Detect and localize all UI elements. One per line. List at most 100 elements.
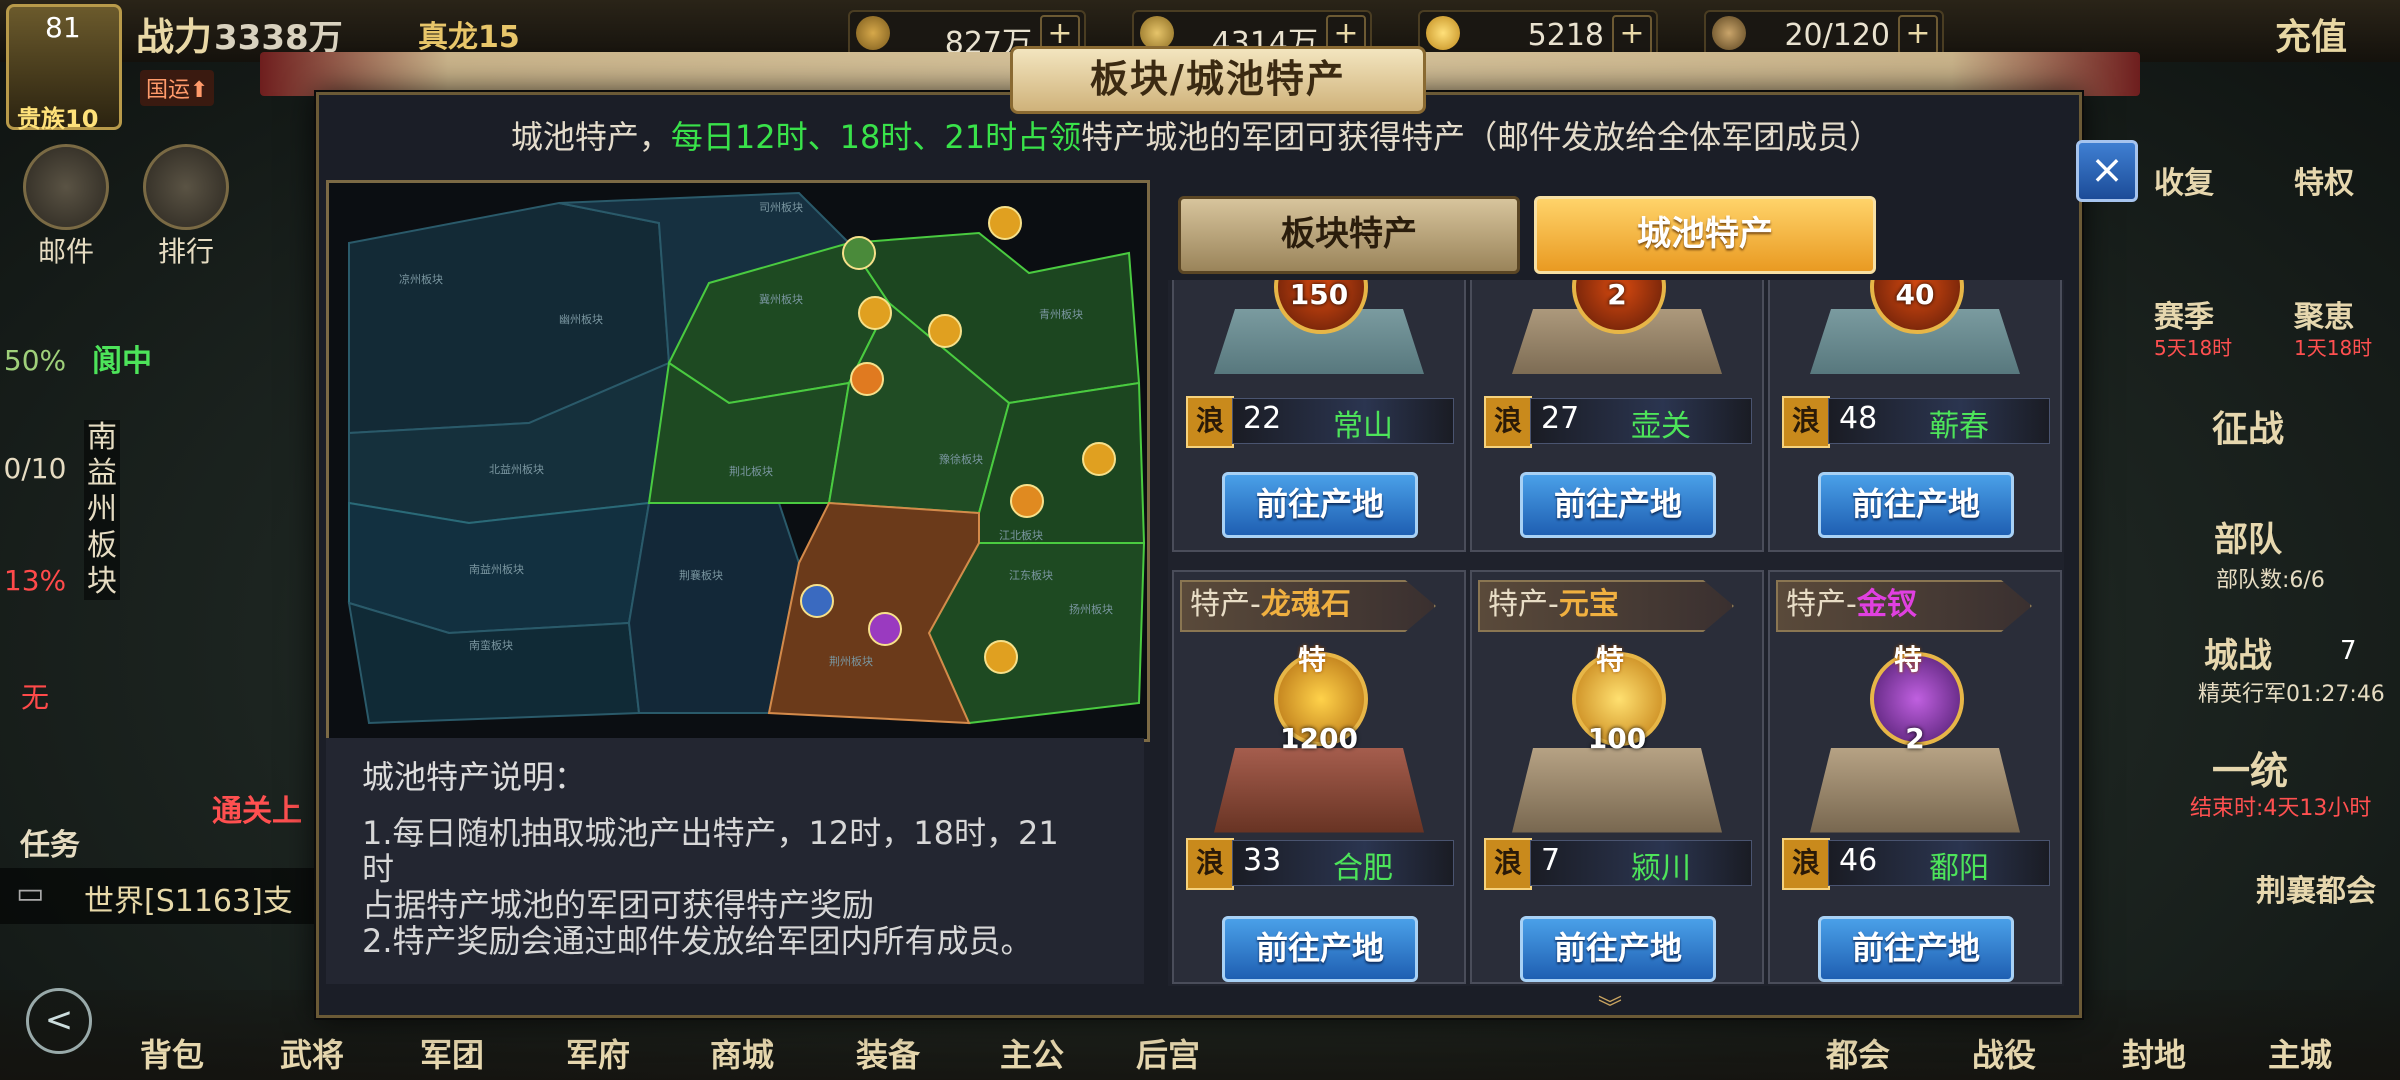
equipment-button[interactable]: 装备 <box>856 1030 920 1076</box>
gold-marker-icon[interactable] <box>858 296 892 330</box>
fire-marker-icon[interactable] <box>850 362 884 396</box>
current-city: 阆中 <box>92 344 152 379</box>
specialty-header: 特产-元宝 <box>1478 580 1734 632</box>
lang-tag: 浪 <box>1484 838 1532 890</box>
chat-bar[interactable]: ▭ 世界[S1163]支 <box>0 868 320 924</box>
scroll-down-chevron-icon[interactable]: ︾ <box>1580 988 1640 1022</box>
go-to-origin-button[interactable]: 前往产地 <box>1520 472 1716 538</box>
military-office-button[interactable]: 军府 <box>566 1030 630 1076</box>
grain-icon <box>856 16 890 50</box>
guoyun-badge[interactable]: 国运⬆ <box>140 70 215 106</box>
go-to-origin-button[interactable]: 前往产地 <box>1222 916 1418 982</box>
mail-button[interactable]: 邮件 <box>18 144 114 270</box>
specialty-amount: 40 <box>1895 280 1935 311</box>
specialty-description: 城池特产说明： 1.每日随机抽取城池产出特产，12时，18时，21 时 占据特产… <box>326 738 1144 984</box>
battle-button[interactable]: 战役 <box>1972 1030 2036 1076</box>
unify-timer: 结束时:4天13小时 <box>2190 796 2372 821</box>
bag-button[interactable]: 背包 <box>140 1030 204 1076</box>
quest-button[interactable]: 任务 <box>20 820 80 864</box>
current-region[interactable]: 南益州板块 <box>84 420 120 600</box>
close-button[interactable]: × <box>2076 140 2138 202</box>
purple-marker-icon[interactable] <box>868 612 902 646</box>
go-to-origin-button[interactable]: 前往产地 <box>1222 472 1418 538</box>
fief-button[interactable]: 封地 <box>2122 1030 2186 1076</box>
season-button[interactable]: 赛季 <box>2154 292 2214 336</box>
elite-march-timer: 精英行军01:27:46 <box>2198 682 2385 707</box>
lang-tag: 浪 <box>1782 396 1830 448</box>
city-level: 48 <box>1839 401 1878 436</box>
special-tag: 特 <box>1596 643 1625 676</box>
map-svg: 凉州板块 司州板块 幽州板块 北益州板块 冀州板块 青州板块 豫徐板块 荆北板块… <box>329 183 1147 739</box>
city-level: 33 <box>1243 843 1282 878</box>
resource-value: 5218 <box>1527 18 1604 53</box>
privilege-button[interactable]: 特权 <box>2294 158 2354 202</box>
map-label: 荆襄板块 <box>679 568 723 582</box>
campaign-button[interactable]: 征战 <box>2212 400 2284 452</box>
modal-title: 板块/城池特产 <box>1010 46 1426 114</box>
recharge-button[interactable]: 充值 <box>2236 8 2386 58</box>
map-label: 青州板块 <box>1039 307 1083 321</box>
go-to-origin-button[interactable]: 前往产地 <box>1520 916 1716 982</box>
unify-button[interactable]: 一统 <box>2212 740 2288 795</box>
lang-tag: 浪 <box>1186 838 1234 890</box>
specialty-amount: 2 <box>1607 280 1627 311</box>
main-city-button[interactable]: 主城 <box>2268 1030 2332 1076</box>
city-name: 颍川 <box>1631 851 1691 886</box>
city-card: 特产-金钗 特 2 浪 46 鄱阳 前往产地 <box>1768 570 2062 984</box>
specialty-header: 特产-龙魂石 <box>1180 580 1436 632</box>
city-info-strip: 33 合肥 <box>1232 840 1454 886</box>
juhui-button[interactable]: 聚恵 <box>2294 292 2354 336</box>
harem-button[interactable]: 后宫 <box>1136 1030 1200 1076</box>
quest-text[interactable]: 通关上 <box>212 786 302 830</box>
jingxiang-capital-button[interactable]: 荆襄都会 <box>2256 866 2376 910</box>
city-info-strip: 46 鄱阳 <box>1828 840 2050 886</box>
shop-button[interactable]: 商城 <box>710 1030 774 1076</box>
city-card: 特产-元宝 特 100 浪 7 颍川 前往产地 <box>1470 570 1764 984</box>
gold-marker-icon[interactable] <box>928 314 962 348</box>
left-stat-percent: 13% <box>3 564 67 597</box>
map-label: 江北板块 <box>999 528 1043 542</box>
gold-marker-icon[interactable] <box>1082 442 1116 476</box>
map-label: 荆北板块 <box>729 464 773 478</box>
gold-marker-icon[interactable] <box>988 206 1022 240</box>
add-stamina-button[interactable]: + <box>1898 15 1938 55</box>
blue-marker-icon[interactable] <box>800 584 834 618</box>
city-name: 壶关 <box>1631 409 1691 444</box>
gold-ingot-icon <box>1426 16 1460 50</box>
specialty-notice: 城池特产，每日12时、18时、21时占领特产城池的军团可获得特产（邮件发放给全体… <box>510 118 1882 156</box>
jade-marker-icon[interactable] <box>842 236 876 270</box>
realm-badge[interactable]: 真龙15 <box>418 12 520 56</box>
legion-button[interactable]: 军团 <box>420 1030 484 1076</box>
juhui-timer: 1天18时 <box>2294 336 2373 360</box>
add-gold-button[interactable]: + <box>1612 15 1652 55</box>
troops-button[interactable]: 部队 <box>2214 512 2282 561</box>
generals-button[interactable]: 武将 <box>280 1030 344 1076</box>
copper-coin-icon <box>1140 16 1174 50</box>
go-to-origin-button[interactable]: 前往产地 <box>1818 472 2014 538</box>
specialty-header: 特产-金钗 <box>1776 580 2032 632</box>
city-war-button[interactable]: 城战 <box>2204 628 2272 677</box>
player-avatar[interactable]: 81 贵族10 <box>6 4 122 133</box>
ranking-button[interactable]: 排行 <box>138 144 234 270</box>
gold-marker-icon[interactable] <box>984 640 1018 674</box>
city-war-count: 7 <box>2340 636 2357 666</box>
lang-tag: 浪 <box>1782 838 1830 890</box>
resource-value: 20/120 <box>1784 18 1890 53</box>
tab-city-specialty[interactable]: 城池特产 <box>1534 196 1876 274</box>
city-card: 150 浪 22 常山 前往产地 <box>1172 280 1466 552</box>
city-card: 40 浪 48 蕲春 前往产地 <box>1768 280 2062 552</box>
tab-block-specialty[interactable]: 板块特产 <box>1178 196 1520 274</box>
region-jingxiang[interactable] <box>627 502 801 714</box>
region-map[interactable]: 凉州板块 司州板块 幽州板块 北益州板块 冀州板块 青州板块 豫徐板块 荆北板块… <box>326 180 1150 742</box>
gold-marker-icon[interactable] <box>1010 484 1044 518</box>
city-card: 2 浪 27 壶关 前往产地 <box>1470 280 1764 552</box>
go-to-origin-button[interactable]: 前往产地 <box>1818 916 2014 982</box>
recover-button[interactable]: 收复 <box>2154 158 2214 202</box>
back-arrow-icon[interactable]: < <box>26 988 92 1054</box>
metropolis-button[interactable]: 都会 <box>1826 1030 1890 1076</box>
resource-stamina: 20/120 + <box>1704 10 1944 58</box>
map-label: 江东板块 <box>1009 568 1053 582</box>
specialty-amount: 2 <box>1905 722 1925 755</box>
lord-button[interactable]: 主公 <box>1000 1030 1064 1076</box>
special-tag: 特 <box>1298 643 1327 676</box>
